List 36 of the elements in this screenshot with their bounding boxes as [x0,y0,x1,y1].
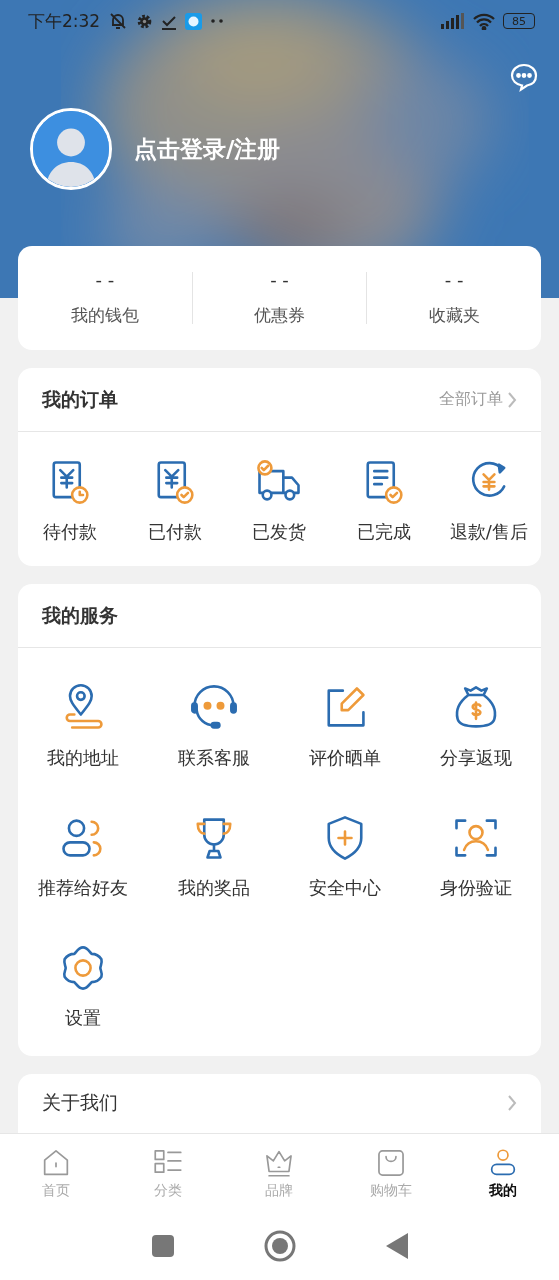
battery-icon: 85 [503,13,535,29]
service-item[interactable]: 分享返现 [410,682,541,770]
order-status-item[interactable]: 退款/售后 [436,456,541,544]
service-item[interactable]: 安全中心 [279,812,411,900]
service-item[interactable]: 我的地址 [18,682,149,770]
chevron-icon [507,390,517,409]
stat-label[interactable]: 收藏夹 [428,304,480,327]
recent-apps-button[interactable] [151,1235,174,1257]
stat-value: - - [270,269,289,290]
status-time: 下午2:32 [28,9,101,33]
stat-label[interactable]: 优惠券 [254,304,305,327]
gear-icon [136,12,154,30]
about-us-item[interactable]: 关于我们 [18,1074,541,1133]
order-status-item[interactable]: 已发货 [227,456,332,544]
order-status-item[interactable]: 待付款 [18,456,123,544]
section-title: 我的订单 [42,386,119,412]
stat-value: - - [444,269,464,290]
service-item[interactable]: 我的奖品 [148,812,280,900]
service-item[interactable]: 设置 [18,942,149,1030]
home-button[interactable] [263,1230,296,1262]
chevron-icon [507,1094,517,1112]
stat-label[interactable]: 我的钱包 [70,304,139,327]
back-button[interactable] [385,1233,408,1259]
stat-value: - - [95,269,115,290]
section-title: 我的服务 [42,602,119,628]
tab[interactable]: 我的 [447,1134,559,1211]
service-item[interactable]: 联系客服 [148,682,280,770]
signal-icon [441,13,465,29]
service-item[interactable]: 推荐给好友 [18,812,149,900]
order-status-item[interactable]: 已付款 [122,456,228,544]
service-item[interactable]: 身份验证 [410,812,541,900]
service-item[interactable]: 评价晒单 [279,682,411,770]
wifi-icon [473,12,495,30]
more-icon [210,18,225,24]
chat-icon[interactable] [509,62,539,92]
order-status-item[interactable]: 已完成 [331,456,437,544]
